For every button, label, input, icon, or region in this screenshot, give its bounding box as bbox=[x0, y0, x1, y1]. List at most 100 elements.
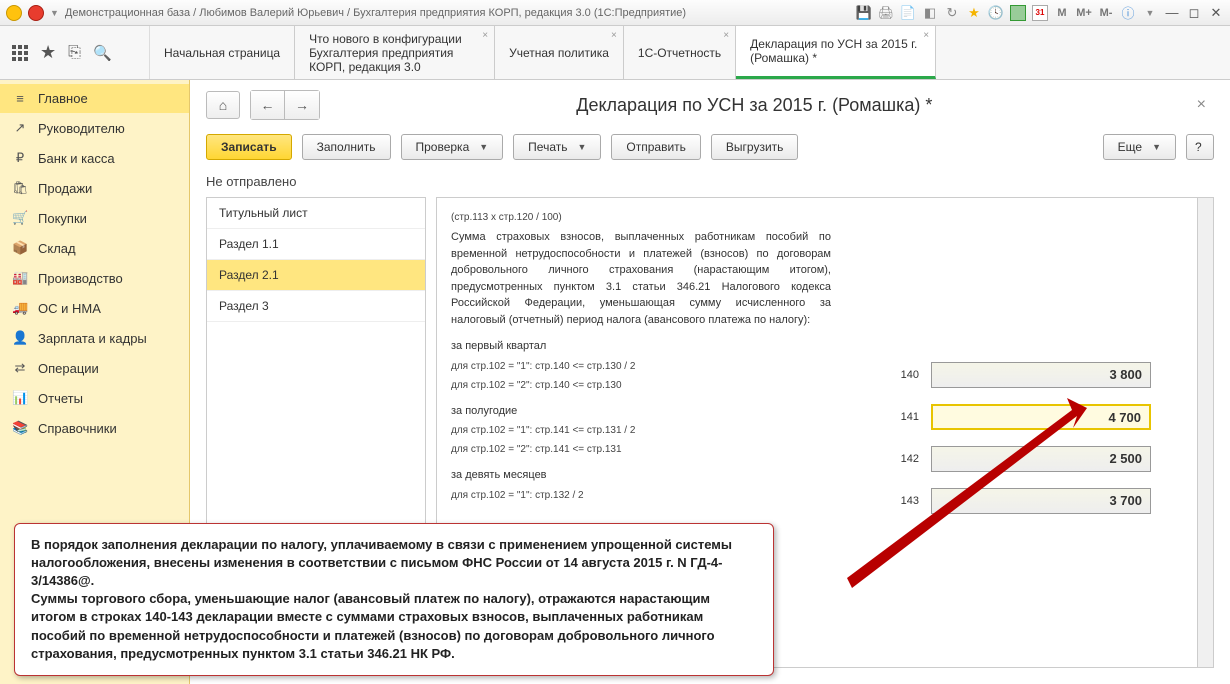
field-code: 141 bbox=[879, 411, 919, 423]
tab-close-icon[interactable]: × bbox=[482, 30, 488, 41]
favorite-icon[interactable]: ★ bbox=[966, 5, 982, 21]
refresh-icon[interactable]: ↻ bbox=[944, 5, 960, 21]
quarter-1-label: за первый квартал bbox=[451, 338, 831, 355]
search-icon[interactable]: 🔍 bbox=[93, 44, 112, 62]
hint: для стр.102 = "2": стр.140 <= стр.130 bbox=[451, 378, 831, 393]
field-row-142: 1422 500 bbox=[851, 446, 1151, 472]
m-plus-icon[interactable]: M+ bbox=[1076, 5, 1092, 21]
m-minus-icon[interactable]: M- bbox=[1098, 5, 1114, 21]
section-title[interactable]: Титульный лист bbox=[207, 198, 425, 229]
check-button[interactable]: Проверка▼ bbox=[401, 134, 504, 160]
window-title: Демонстрационная база / Любимов Валерий … bbox=[65, 7, 850, 19]
sidebar-item-label: Продажи bbox=[38, 181, 92, 196]
tabs-bar: ★ ⎘ 🔍 Начальная страница Что нового в ко… bbox=[0, 26, 1230, 80]
section-3[interactable]: Раздел 3 bbox=[207, 291, 425, 322]
star-icon[interactable]: ★ bbox=[40, 42, 56, 63]
sidebar-item-label: Производство bbox=[38, 271, 123, 286]
field-143-input[interactable]: 3 700 bbox=[931, 488, 1151, 514]
sidebar-item-reports[interactable]: 📊Отчеты bbox=[0, 383, 189, 413]
tab-policy[interactable]: Учетная политика× bbox=[495, 26, 624, 79]
sidebar-item-main[interactable]: ≡ Главное bbox=[0, 84, 189, 113]
calc-icon[interactable] bbox=[1010, 5, 1026, 21]
info-icon[interactable]: ⓘ bbox=[1120, 5, 1136, 21]
chevron-down-icon: ▼ bbox=[1152, 142, 1161, 152]
write-button[interactable]: Записать bbox=[206, 134, 292, 160]
export-button[interactable]: Выгрузить bbox=[711, 134, 799, 160]
pin-icon[interactable]: ⎘ bbox=[68, 44, 81, 62]
minimize-icon[interactable]: — bbox=[1164, 5, 1180, 21]
tab-close-icon[interactable]: × bbox=[723, 30, 729, 41]
field-code: 143 bbox=[879, 495, 919, 507]
compare-icon[interactable]: ◧ bbox=[922, 5, 938, 21]
hint: для стр.102 = "1": стр.140 <= стр.130 / … bbox=[451, 359, 831, 374]
sidebar-item-purchases[interactable]: 🛒 Покупки bbox=[0, 203, 189, 233]
field-141-input[interactable]: 4 700 bbox=[931, 404, 1151, 430]
hint: для стр.102 = "1": стр.141 <= стр.131 / … bbox=[451, 423, 831, 438]
fill-button[interactable]: Заполнить bbox=[302, 134, 391, 160]
save-icon[interactable]: 💾 bbox=[856, 5, 872, 21]
tab-close-icon[interactable]: × bbox=[611, 30, 617, 41]
menu-icon: ≡ bbox=[12, 91, 28, 106]
sidebar-item-label: Главное bbox=[38, 91, 88, 106]
apps-icon[interactable] bbox=[12, 45, 28, 61]
chart-icon: ↗ bbox=[12, 120, 28, 136]
history-icon[interactable]: 🕓 bbox=[988, 5, 1004, 21]
swap-icon: ⇄ bbox=[12, 360, 28, 376]
sidebar-item-assets[interactable]: 🚚 ОС и НМА bbox=[0, 293, 189, 323]
tab-close-icon[interactable]: × bbox=[923, 30, 929, 41]
maximize-icon[interactable]: ◻ bbox=[1186, 5, 1202, 21]
sidebar-item-production[interactable]: 🏭Производство bbox=[0, 263, 189, 293]
toolbar: Записать Заполнить Проверка▼ Печать▼ Отп… bbox=[190, 130, 1230, 170]
send-button[interactable]: Отправить bbox=[611, 134, 701, 160]
section-1-1[interactable]: Раздел 1.1 bbox=[207, 229, 425, 260]
sidebar-item-warehouse[interactable]: 📦Склад bbox=[0, 233, 189, 263]
home-button[interactable]: ⌂ bbox=[206, 91, 240, 119]
sidebar-item-label: Покупки bbox=[38, 211, 87, 226]
m-icon[interactable]: M bbox=[1054, 5, 1070, 21]
field-row-141: 141 4 700 bbox=[851, 404, 1151, 430]
scrollbar[interactable] bbox=[1197, 198, 1213, 667]
titlebar-tools: 💾 🖨 📄 ◧ ↻ ★ 🕓 31 M M+ M- ⓘ ▼ — ◻ ✕ bbox=[856, 5, 1224, 21]
quarter-2-label: за полугодие bbox=[451, 403, 831, 420]
page-close-icon[interactable]: × bbox=[1189, 96, 1214, 114]
window-titlebar: ▼ Демонстрационная база / Любимов Валери… bbox=[0, 0, 1230, 26]
page-title: Декларация по УСН за 2015 г. (Ромашка) * bbox=[330, 95, 1179, 116]
dropdown-icon[interactable]: ▼ bbox=[50, 8, 59, 18]
more-button[interactable]: Еще▼ bbox=[1103, 134, 1176, 160]
sidebar-item-label: Зарплата и кадры bbox=[38, 331, 147, 346]
section-2-1[interactable]: Раздел 2.1 bbox=[207, 260, 425, 291]
dropdown2-icon[interactable]: ▼ bbox=[1142, 5, 1158, 21]
print-button[interactable]: Печать▼ bbox=[513, 134, 601, 160]
sidebar-item-operations[interactable]: ⇄Операции bbox=[0, 353, 189, 383]
back-button[interactable]: ← bbox=[251, 91, 285, 119]
box-icon: 📦 bbox=[12, 240, 28, 256]
tab-reporting[interactable]: 1С-Отчетность× bbox=[624, 26, 736, 79]
truck-icon: 🚚 bbox=[12, 300, 28, 316]
print-icon[interactable]: 🖨 bbox=[878, 5, 894, 21]
field-140-input[interactable]: 3 800 bbox=[931, 362, 1151, 388]
sidebar-item-payroll[interactable]: 👤Зарплата и кадры bbox=[0, 323, 189, 353]
calendar-icon[interactable]: 31 bbox=[1032, 5, 1048, 21]
tab-home[interactable]: Начальная страница bbox=[150, 26, 295, 79]
formula-hint: (стр.113 х стр.120 / 100) bbox=[451, 210, 831, 225]
form-description: Сумма страховых взносов, выплаченных раб… bbox=[451, 229, 831, 328]
books-icon: 📚 bbox=[12, 420, 28, 436]
tab-declaration[interactable]: Декларация по УСН за 2015 г. (Ромашка) *… bbox=[736, 26, 936, 79]
close-icon[interactable]: ✕ bbox=[1208, 5, 1224, 21]
logo-red-icon bbox=[28, 5, 44, 21]
sidebar-item-refs[interactable]: 📚Справочники bbox=[0, 413, 189, 443]
tab-whatsnew[interactable]: Что нового в конфигурации Бухгалтерия пр… bbox=[295, 26, 495, 79]
doc-icon[interactable]: 📄 bbox=[900, 5, 916, 21]
help-button[interactable]: ? bbox=[1186, 134, 1214, 160]
sidebar-item-bank[interactable]: ₽Банк и касса bbox=[0, 143, 189, 173]
cart-icon: 🛒 bbox=[12, 210, 28, 226]
field-142-input[interactable]: 2 500 bbox=[931, 446, 1151, 472]
field-row-143: 143 3 700 bbox=[851, 488, 1151, 514]
sidebar-item-sales[interactable]: 🛍Продажи bbox=[0, 173, 189, 203]
forward-button[interactable]: → bbox=[285, 91, 319, 119]
sidebar-item-label: ОС и НМА bbox=[38, 301, 101, 316]
quarter-3-label: за девять месяцев bbox=[451, 467, 831, 484]
sidebar-item-manager[interactable]: ↗Руководителю bbox=[0, 113, 189, 143]
fields-column: 1403 800 1414 700 1422 500 1433 700 bbox=[851, 206, 1151, 659]
status-text: Не отправлено bbox=[190, 170, 1230, 197]
